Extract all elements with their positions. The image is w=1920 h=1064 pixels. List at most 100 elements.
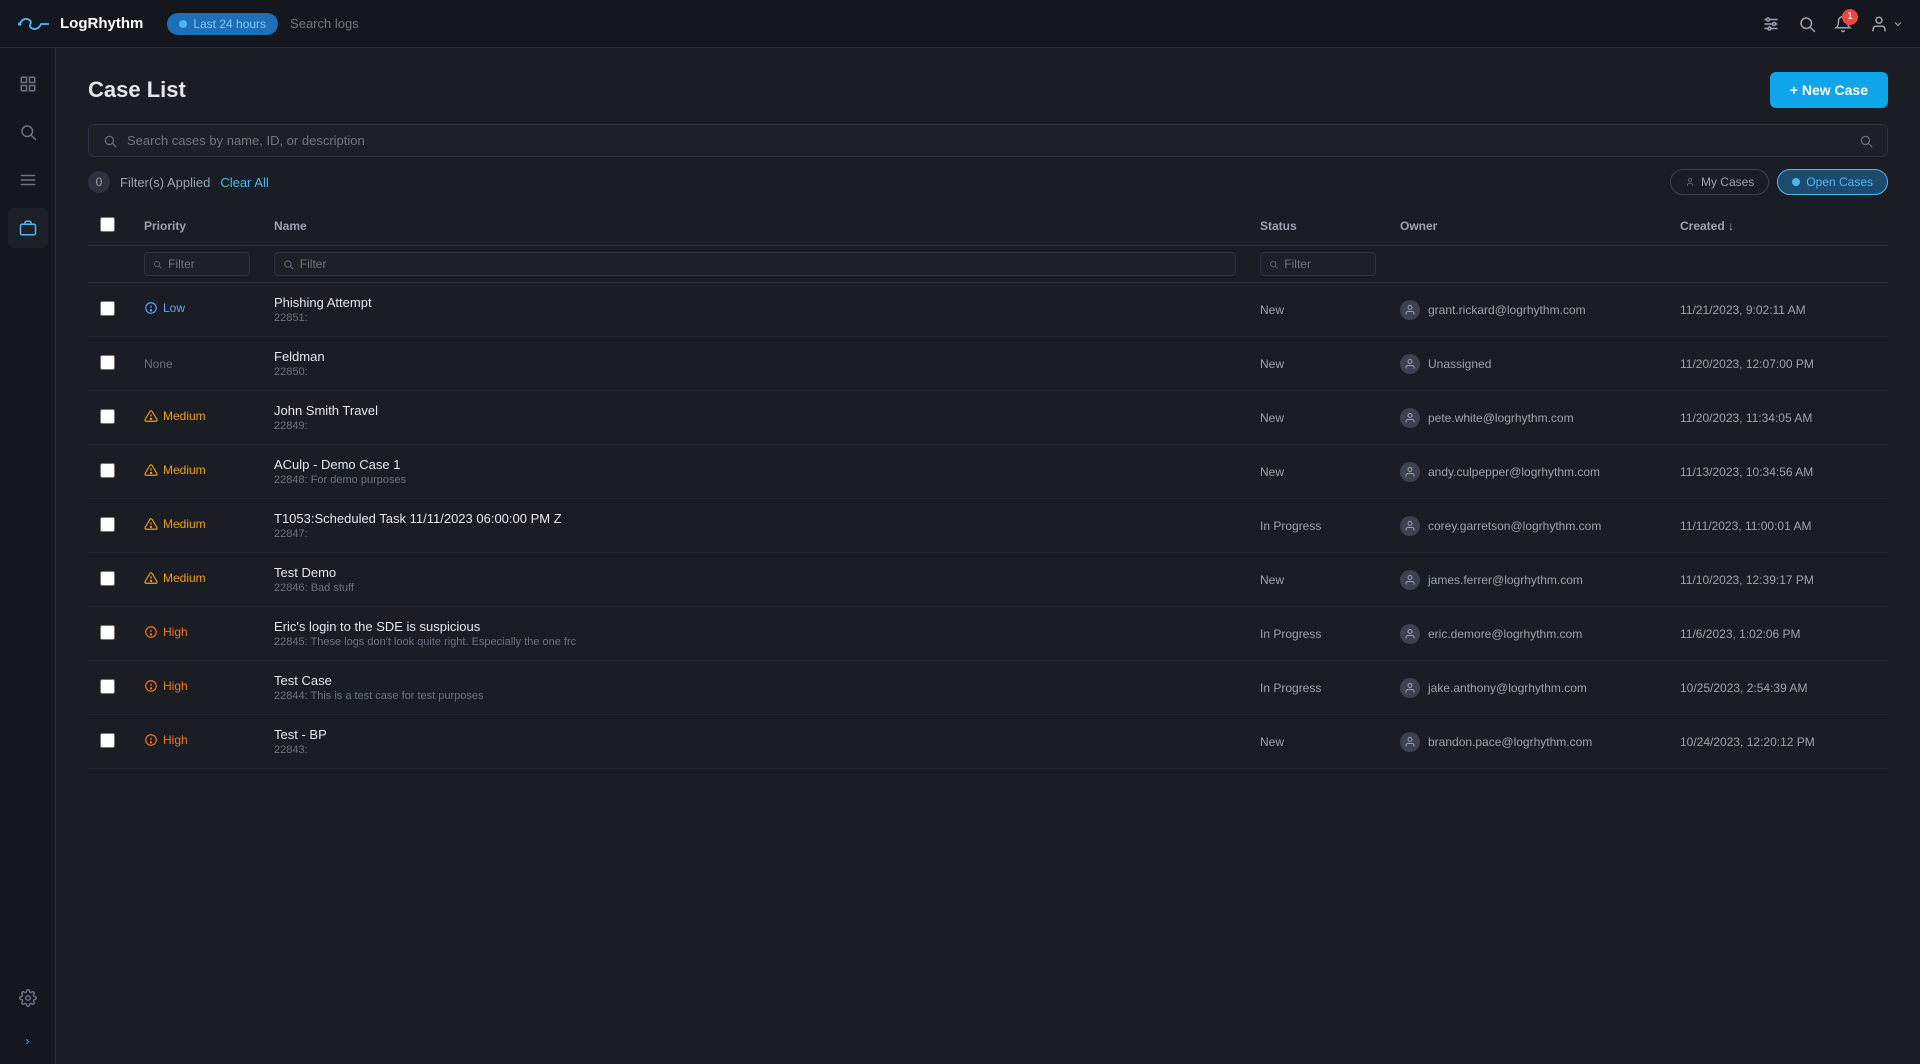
case-name: Eric's login to the SDE is suspicious	[274, 619, 1236, 634]
search-button[interactable]	[1798, 15, 1816, 33]
priority-badge: High	[144, 733, 188, 747]
sidebar-item-search[interactable]	[8, 112, 48, 152]
priority-label: High	[163, 625, 188, 639]
table-row[interactable]: HighTest Case22844: This is a test case …	[88, 661, 1888, 715]
status-filter-input[interactable]	[1284, 257, 1367, 271]
sidebar-collapse-button[interactable]: ›	[26, 1034, 30, 1048]
row-name-cell: ACulp - Demo Case 122848: For demo purpo…	[262, 445, 1248, 499]
owner-cell: Unassigned	[1400, 354, 1656, 374]
row-checkbox-8[interactable]	[100, 733, 115, 748]
case-id: 22849:	[274, 420, 1236, 432]
status-badge: New	[1260, 357, 1284, 371]
table-row[interactable]: MediumJohn Smith Travel22849:New pete.wh…	[88, 391, 1888, 445]
row-checkbox-1[interactable]	[100, 355, 115, 370]
table-row[interactable]: MediumTest Demo22846: Bad stuffNew james…	[88, 553, 1888, 607]
table-row[interactable]: NoneFeldman22850:New Unassigned 11/20/20…	[88, 337, 1888, 391]
row-status-cell: New	[1248, 337, 1388, 391]
owner-email: james.ferrer@logrhythm.com	[1428, 573, 1583, 587]
topbar: LogRhythm Last 24 hours 1	[0, 0, 1920, 48]
row-checkbox-0[interactable]	[100, 301, 115, 316]
my-cases-toggle[interactable]: My Cases	[1670, 169, 1769, 195]
case-id: 22848: For demo purposes	[274, 474, 1236, 486]
owner-email: Unassigned	[1428, 357, 1491, 371]
sidebar-item-dashboard[interactable]	[8, 64, 48, 104]
row-owner-cell: grant.rickard@logrhythm.com	[1388, 283, 1668, 337]
th-priority[interactable]: Priority	[132, 207, 262, 246]
row-checkbox-5[interactable]	[100, 571, 115, 586]
table-row[interactable]: Medium T1053:Scheduled Task 11/11/2023 06…	[88, 499, 1888, 553]
topbar-icons: 1	[1762, 15, 1904, 33]
row-created-cell: 11/13/2023, 10:34:56 AM	[1668, 445, 1888, 499]
row-created-cell: 11/6/2023, 1:02:06 PM	[1668, 607, 1888, 661]
search-logs-input[interactable]	[290, 16, 1014, 31]
row-status-cell: In Progress	[1248, 607, 1388, 661]
table-row[interactable]: HighTest - BP22843:New brandon.pace@logr…	[88, 715, 1888, 769]
th-created[interactable]: Created ↓	[1668, 207, 1888, 246]
owner-email: corey.garretson@logrhythm.com	[1428, 519, 1601, 533]
owner-avatar	[1400, 570, 1420, 590]
th-status[interactable]: Status	[1248, 207, 1388, 246]
case-name: T1053:Scheduled Task 11/11/2023 06:00:00…	[274, 511, 1236, 526]
open-cases-toggle[interactable]: Open Cases	[1777, 169, 1888, 195]
owner-email: brandon.pace@logrhythm.com	[1428, 735, 1592, 749]
row-checkbox-2[interactable]	[100, 409, 115, 424]
name-filter-input[interactable]	[300, 257, 1227, 271]
priority-label: Low	[163, 301, 185, 315]
sidebar-item-list[interactable]	[8, 160, 48, 200]
row-status-cell: New	[1248, 715, 1388, 769]
row-checkbox-3[interactable]	[100, 463, 115, 478]
owner-avatar	[1400, 732, 1420, 752]
sliders-button[interactable]	[1762, 15, 1780, 33]
layout: › Case List + New Case 0 Filter(s) Appli…	[0, 48, 1920, 1064]
owner-cell: eric.demore@logrhythm.com	[1400, 624, 1656, 644]
status-filter-wrap	[1260, 252, 1376, 276]
priority-filter-input[interactable]	[168, 257, 241, 271]
cases-table-wrap: Priority Name Status Owner Created ↓	[56, 207, 1920, 1064]
row-owner-cell: jake.anthony@logrhythm.com	[1388, 661, 1668, 715]
owner-cell: brandon.pace@logrhythm.com	[1400, 732, 1656, 752]
th-name[interactable]: Name	[262, 207, 1248, 246]
sidebar-item-settings[interactable]	[8, 978, 48, 1018]
row-created-cell: 11/10/2023, 12:39:17 PM	[1668, 553, 1888, 607]
row-checkbox-7[interactable]	[100, 679, 115, 694]
notifications-button[interactable]: 1	[1834, 15, 1852, 33]
th-select-all[interactable]	[88, 207, 132, 246]
case-search-bar	[88, 124, 1888, 157]
clear-all-button[interactable]: Clear All	[220, 175, 268, 190]
filter-owner-cell	[1388, 246, 1668, 283]
user-menu-button[interactable]	[1870, 15, 1904, 33]
table-row[interactable]: MediumACulp - Demo Case 122848: For demo…	[88, 445, 1888, 499]
owner-cell: james.ferrer@logrhythm.com	[1400, 570, 1656, 590]
row-status-cell: In Progress	[1248, 499, 1388, 553]
owner-avatar	[1400, 462, 1420, 482]
status-badge: In Progress	[1260, 681, 1321, 695]
priority-badge: Medium	[144, 517, 206, 531]
case-search-input[interactable]	[127, 133, 1849, 148]
table-row[interactable]: High Eric's login to the SDE is suspiciou…	[88, 607, 1888, 661]
row-checkbox-cell	[88, 499, 132, 553]
row-priority-cell: None	[132, 337, 262, 391]
time-filter-pill[interactable]: Last 24 hours	[167, 13, 278, 35]
new-case-button[interactable]: + New Case	[1770, 72, 1888, 108]
filter-name-cell	[262, 246, 1248, 283]
row-checkbox-4[interactable]	[100, 517, 115, 532]
row-status-cell: In Progress	[1248, 661, 1388, 715]
row-priority-cell: Medium	[132, 553, 262, 607]
status-badge: New	[1260, 465, 1284, 479]
table-row[interactable]: LowPhishing Attempt22851:New grant.ricka…	[88, 283, 1888, 337]
row-name-cell: John Smith Travel22849:	[262, 391, 1248, 445]
th-owner[interactable]: Owner	[1388, 207, 1668, 246]
select-all-checkbox[interactable]	[100, 217, 115, 232]
row-checkbox-6[interactable]	[100, 625, 115, 640]
row-name-cell: Phishing Attempt22851:	[262, 283, 1248, 337]
filter-created-cell	[1668, 246, 1888, 283]
open-cases-label: Open Cases	[1806, 175, 1873, 189]
owner-email: jake.anthony@logrhythm.com	[1428, 681, 1587, 695]
row-created-cell: 10/25/2023, 2:54:39 AM	[1668, 661, 1888, 715]
sidebar-item-cases[interactable]	[8, 208, 48, 248]
row-checkbox-cell	[88, 661, 132, 715]
priority-label: Medium	[163, 571, 206, 585]
filters-left: 0 Filter(s) Applied Clear All	[88, 171, 269, 193]
time-filter-label: Last 24 hours	[193, 17, 266, 31]
owner-cell: pete.white@logrhythm.com	[1400, 408, 1656, 428]
